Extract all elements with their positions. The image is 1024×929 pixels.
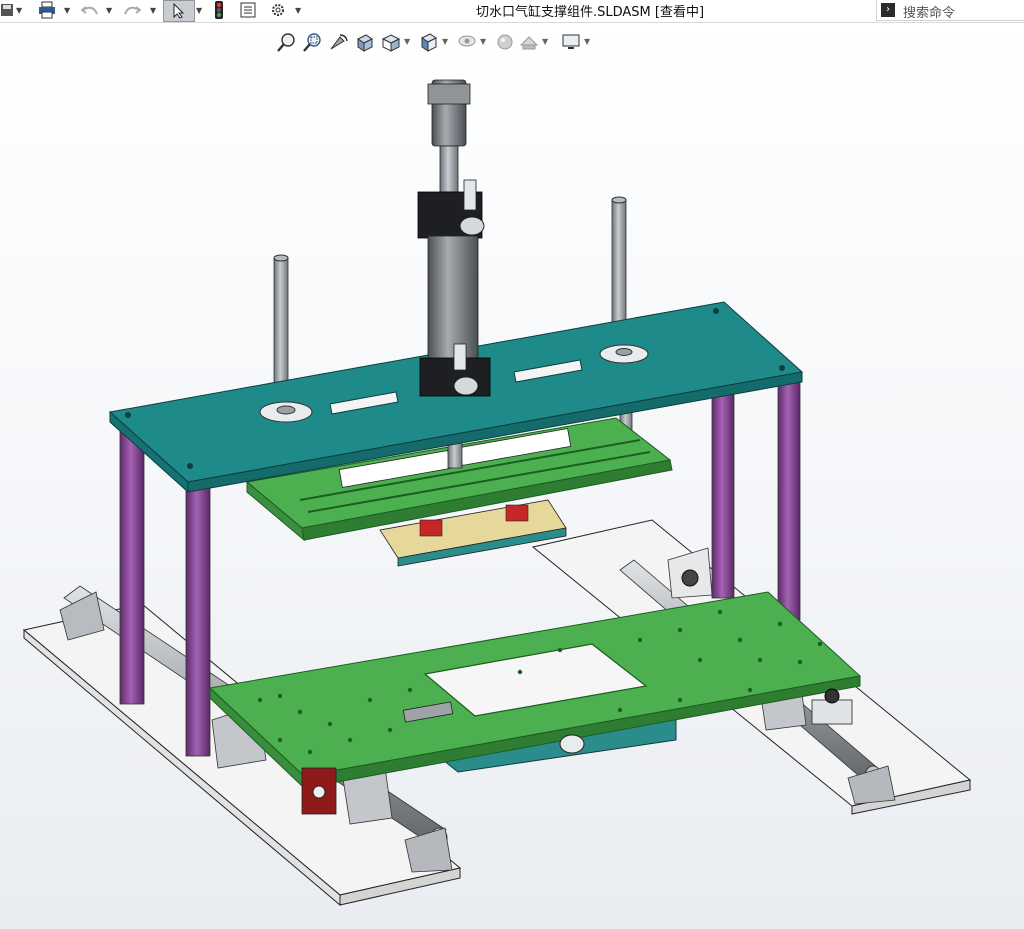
command-prompt-icon: › [881, 3, 895, 17]
title-bar: ▼ ▼ ▼ ▼ ▼ ▼ 切水口气缸支撑组件.SLDASM [查看中] › 搜索命… [0, 0, 1024, 23]
support-posts-back[interactable] [711, 381, 801, 621]
graphics-area[interactable] [0, 23, 1024, 929]
edit-appearance-icon[interactable] [494, 31, 516, 53]
display-style-icon[interactable] [418, 31, 440, 53]
apply-scene-icon[interactable] [518, 31, 540, 53]
redo-icon[interactable] [122, 0, 142, 20]
apply-scene-dropdown-arrow[interactable]: ▼ [542, 37, 548, 46]
view-orientation-icon[interactable] [380, 31, 402, 53]
zoom-to-fit-icon[interactable] [276, 31, 298, 53]
zoom-to-area-icon[interactable] [302, 31, 324, 53]
select-icon[interactable] [163, 0, 195, 22]
bottom-fixture-plate[interactable] [208, 591, 862, 815]
select-dropdown-arrow[interactable]: ▼ [196, 0, 202, 20]
view-settings-icon[interactable] [560, 31, 582, 53]
undo-dropdown-arrow[interactable]: ▼ [106, 0, 112, 20]
search-placeholder: 搜索命令 [903, 6, 956, 21]
view-settings-dropdown-arrow[interactable]: ▼ [584, 37, 590, 46]
print-icon[interactable] [36, 0, 58, 20]
print-dropdown-arrow[interactable]: ▼ [64, 0, 70, 20]
file-properties-icon[interactable] [238, 0, 258, 20]
save-icon[interactable] [0, 0, 14, 20]
document-title: 切水口气缸支撑组件.SLDASM [查看中] [476, 5, 705, 20]
search-commands-box[interactable]: › 搜索命令 [876, 0, 1024, 21]
hide-show-dropdown-arrow[interactable]: ▼ [480, 37, 486, 46]
save-dropdown-arrow[interactable]: ▼ [16, 0, 22, 20]
hide-show-items-icon[interactable] [456, 31, 478, 53]
assembly-model [22, 79, 972, 907]
traffic-light-icon[interactable] [210, 0, 228, 20]
view-orientation-dropdown-arrow[interactable]: ▼ [404, 37, 410, 46]
options-gear-icon[interactable] [268, 0, 288, 20]
options-dropdown-arrow[interactable]: ▼ [295, 0, 301, 20]
section-view-icon[interactable] [354, 31, 376, 53]
previous-view-icon[interactable] [328, 31, 350, 53]
redo-dropdown-arrow[interactable]: ▼ [150, 0, 156, 20]
display-style-dropdown-arrow[interactable]: ▼ [442, 37, 448, 46]
undo-icon[interactable] [80, 0, 100, 20]
